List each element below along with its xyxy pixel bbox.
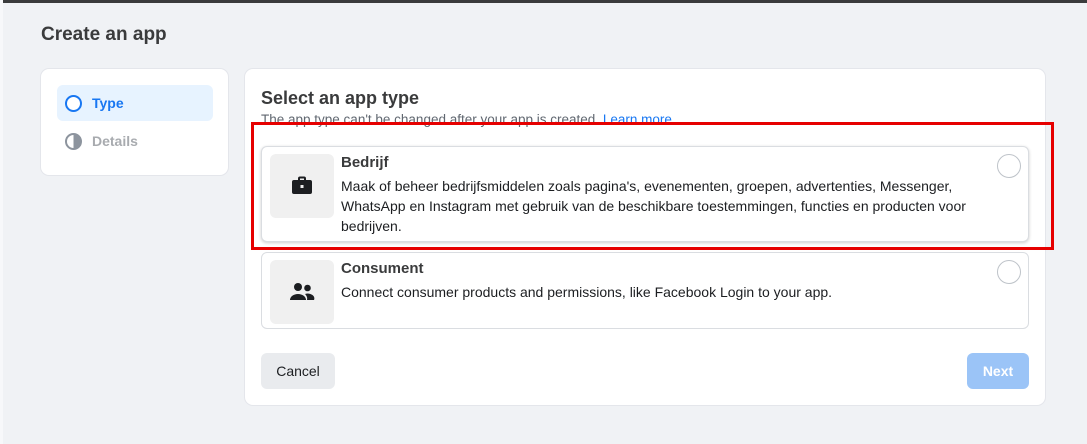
window-top-border: [0, 0, 1087, 3]
step-active-circle-icon: [65, 94, 82, 112]
people-icon: [290, 283, 315, 300]
step-label: Type: [92, 95, 124, 111]
section-title: Select an app type: [261, 88, 420, 108]
step-type[interactable]: Type: [57, 85, 213, 121]
option-radio[interactable]: [997, 260, 1021, 284]
stepper-panel: Type Details: [41, 69, 228, 175]
subtitle: The app type can't be changed after your…: [261, 112, 672, 127]
subtitle-text: The app type can't be changed after your…: [261, 112, 600, 127]
learn-more-link[interactable]: Learn more: [603, 112, 672, 127]
dialog-title: Create an app: [41, 24, 167, 45]
cancel-button[interactable]: Cancel: [261, 353, 335, 389]
app-type-card: Select an app type The app type can't be…: [245, 69, 1045, 405]
next-button[interactable]: Next: [967, 353, 1029, 389]
step-half-circle-icon: [65, 132, 82, 150]
option-icon-box: [270, 260, 334, 324]
option-radio[interactable]: [997, 154, 1021, 178]
option-title: Bedrijf: [341, 154, 389, 171]
option-icon-box: [270, 154, 334, 218]
step-label: Details: [92, 133, 138, 149]
option-title: Consument: [341, 260, 424, 277]
app-type-option-consument[interactable]: Consument Connect consumer products and …: [261, 252, 1029, 329]
option-description: Maak of beheer bedrijfsmiddelen zoals pa…: [341, 178, 966, 234]
briefcase-icon: [292, 176, 312, 194]
step-details: Details: [57, 123, 213, 159]
option-description: Connect consumer products and permission…: [341, 284, 833, 300]
window-left-edge: [0, 0, 3, 444]
app-type-option-bedrijf[interactable]: Bedrijf Maak of beheer bedrijfsmiddelen …: [261, 146, 1029, 242]
